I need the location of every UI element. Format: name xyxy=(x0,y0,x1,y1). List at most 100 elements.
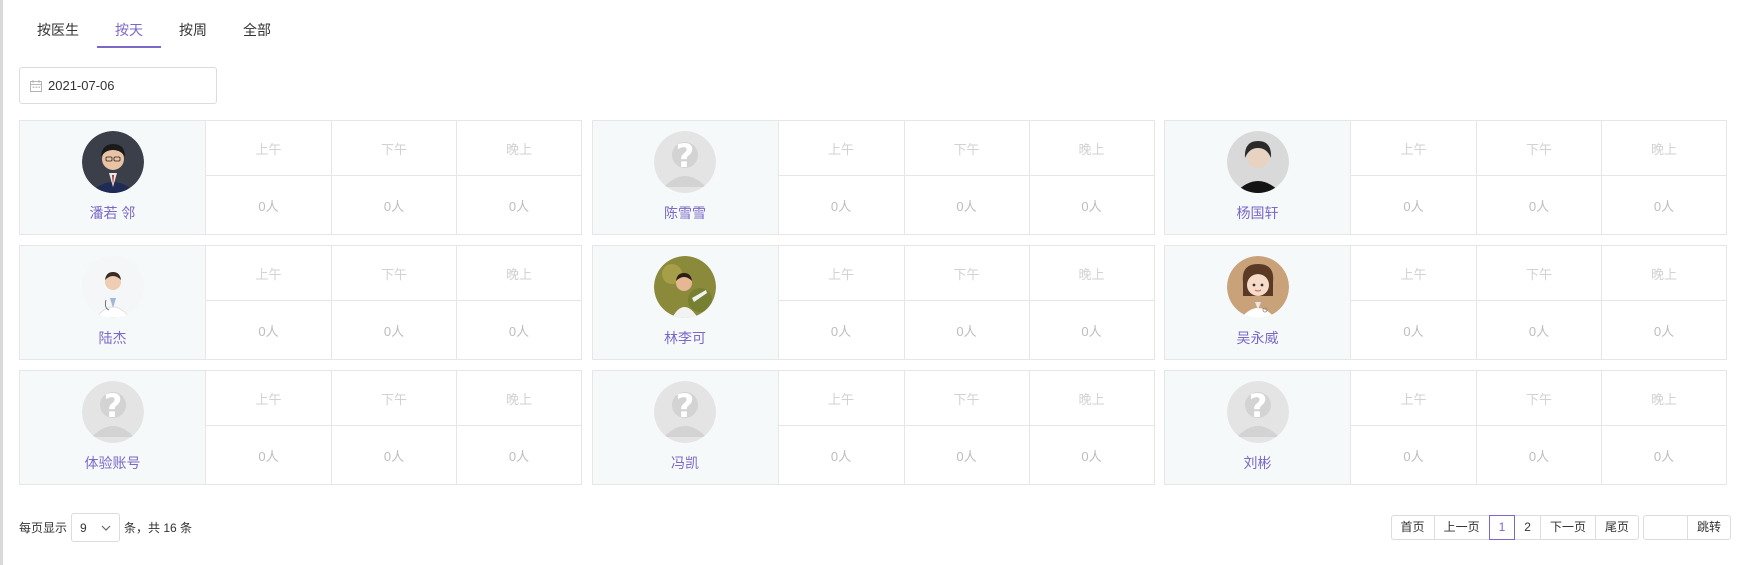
doctor-name: 陆杰 xyxy=(98,330,127,346)
slot-count-morning[interactable]: 0人 xyxy=(1351,426,1476,484)
slot-count-afternoon[interactable]: 0人 xyxy=(331,426,456,484)
doctor-card: ? 体验账号 上午 下午 晚上 0人 0人 0人 xyxy=(19,370,582,485)
doctor-card: 吴永威 上午 下午 晚上 0人 0人 0人 xyxy=(1164,245,1727,360)
slot-header-afternoon: 下午 xyxy=(331,371,456,426)
slot-header-afternoon: 下午 xyxy=(903,371,1029,426)
next-page-button[interactable]: 下一页 xyxy=(1539,515,1596,540)
schedule-slots: 上午 下午 晚上 0人 0人 0人 xyxy=(1351,246,1726,359)
avatar-placeholder-icon: ? xyxy=(81,381,144,443)
doctor-info[interactable]: 陆杰 xyxy=(20,246,206,359)
slot-count-morning[interactable]: 0人 xyxy=(206,426,331,484)
slot-header-evening: 晚上 xyxy=(1028,246,1154,301)
doctor-info[interactable]: 林李可 xyxy=(592,246,779,359)
slot-header-morning: 上午 xyxy=(206,246,331,301)
jump-page-input[interactable] xyxy=(1642,515,1688,540)
slot-header-morning: 上午 xyxy=(778,246,904,301)
slot-header-evening: 晚上 xyxy=(456,246,581,301)
doctor-info[interactable]: ? 刘彬 xyxy=(1165,371,1351,484)
slot-header-morning: 上午 xyxy=(778,371,904,426)
svg-text:?: ? xyxy=(1248,387,1267,425)
slot-header-morning: 上午 xyxy=(1351,371,1476,426)
slot-count-evening[interactable]: 0人 xyxy=(1028,426,1154,484)
left-border xyxy=(0,0,3,565)
avatar-placeholder-icon: ? xyxy=(654,381,716,443)
slot-count-evening[interactable]: 0人 xyxy=(1601,176,1726,234)
last-page-button[interactable]: 尾页 xyxy=(1594,515,1639,540)
slot-count-evening[interactable]: 0人 xyxy=(1601,301,1726,359)
slot-count-morning[interactable]: 0人 xyxy=(206,176,331,234)
schedule-slots: 上午 下午 晚上 0人 0人 0人 xyxy=(206,246,581,359)
page-size-control: 每页显示 9 条，共 16 条 xyxy=(19,513,192,542)
slot-count-morning[interactable]: 0人 xyxy=(779,176,904,234)
schedule-slots: 上午 下午 晚上 0人 0人 0人 xyxy=(206,371,581,484)
slot-header-afternoon: 下午 xyxy=(903,121,1029,176)
tab-all[interactable]: 全部 xyxy=(225,0,289,48)
per-page-label: 每页显示 xyxy=(19,521,68,535)
doctor-info[interactable]: ? 陈雪雪 xyxy=(592,121,779,234)
doctor-info[interactable]: 杨国轩 xyxy=(1165,121,1351,234)
avatar xyxy=(81,131,144,193)
slot-count-morning[interactable]: 0人 xyxy=(1351,301,1476,359)
slot-count-afternoon[interactable]: 0人 xyxy=(903,426,1029,484)
tab-by-week[interactable]: 按周 xyxy=(161,0,225,48)
slot-count-morning[interactable]: 0人 xyxy=(779,426,904,484)
slot-count-morning[interactable]: 0人 xyxy=(779,301,904,359)
first-page-button[interactable]: 首页 xyxy=(1390,515,1435,540)
calendar-icon xyxy=(30,79,42,92)
slot-count-morning[interactable]: 0人 xyxy=(1351,176,1476,234)
doctor-card: 潘若 邻 上午 下午 晚上 0人 0人 0人 xyxy=(19,120,582,235)
slot-count-evening[interactable]: 0人 xyxy=(1028,301,1154,359)
avatar xyxy=(654,256,716,318)
avatar xyxy=(81,256,144,318)
tab-by-doctor[interactable]: 按医生 xyxy=(19,0,97,48)
doctor-card: 陆杰 上午 下午 晚上 0人 0人 0人 xyxy=(19,245,582,360)
schedule-slots: 上午 下午 晚上 0人 0人 0人 xyxy=(1351,121,1726,234)
slot-count-afternoon[interactable]: 0人 xyxy=(1476,176,1601,234)
slot-count-evening[interactable]: 0人 xyxy=(1601,426,1726,484)
slot-count-afternoon[interactable]: 0人 xyxy=(1476,301,1601,359)
date-value: 2021-07-06 xyxy=(48,78,115,93)
slot-header-afternoon: 下午 xyxy=(331,246,456,301)
total-count-text: 条，共 16 条 xyxy=(124,521,193,535)
slot-count-afternoon[interactable]: 0人 xyxy=(903,176,1029,234)
per-page-select[interactable]: 9 xyxy=(71,513,121,542)
doctor-info[interactable]: 潘若 邻 xyxy=(20,121,206,234)
doctor-name: 刘彬 xyxy=(1243,455,1272,471)
slot-count-afternoon[interactable]: 0人 xyxy=(331,176,456,234)
slot-count-afternoon[interactable]: 0人 xyxy=(903,301,1029,359)
svg-text:?: ? xyxy=(676,137,695,175)
page-1-button[interactable]: 1 xyxy=(1488,515,1516,540)
slot-count-evening[interactable]: 0人 xyxy=(1028,176,1154,234)
slot-header-evening: 晚上 xyxy=(1601,371,1726,426)
slot-header-afternoon: 下午 xyxy=(1476,121,1601,176)
doctor-schedule-grid: 潘若 邻上午 下午 晚上 0人 0人 0人? 陈雪雪 上午 下午 晚上 0人 0人 0人 杨国轩 上午 下午晚… xyxy=(19,120,1727,485)
per-page-value: 9 xyxy=(80,520,87,535)
avatar xyxy=(1226,131,1289,193)
schedule-slots: 上午 下午 晚上 0人 0人 0人 xyxy=(1351,371,1726,484)
schedule-slots: 上午 下午 晚上 0人 0人 0人 xyxy=(206,121,581,234)
doctor-card: ? 刘彬 上午 下午 晚上 0人 0人 0人 xyxy=(1164,370,1727,485)
slot-header-evening: 晚上 xyxy=(456,371,581,426)
page-2-button[interactable]: 2 xyxy=(1514,515,1541,540)
jump-button[interactable]: 跳转 xyxy=(1687,515,1731,540)
slot-count-morning[interactable]: 0人 xyxy=(206,301,331,359)
slot-count-afternoon[interactable]: 0人 xyxy=(331,301,456,359)
slot-count-afternoon[interactable]: 0人 xyxy=(1476,426,1601,484)
avatar-placeholder-icon: ? xyxy=(1226,381,1289,443)
schedule-slots: 上午 下午 晚上 0人 0人 0人 xyxy=(778,371,1154,484)
tab-by-day[interactable]: 按天 xyxy=(97,0,161,48)
doctor-info[interactable]: 吴永威 xyxy=(1165,246,1351,359)
date-picker[interactable]: 2021-07-06 xyxy=(19,67,217,104)
chevron-down-icon xyxy=(101,525,111,531)
doctor-name: 潘若 邻 xyxy=(89,205,136,221)
doctor-card: ? 冯凯 上午 下午 晚上 0人 0人 0人 xyxy=(591,370,1155,485)
slot-header-afternoon: 下午 xyxy=(331,121,456,176)
slot-header-evening: 晚上 xyxy=(1028,371,1154,426)
doctor-info[interactable]: ? 体验账号 xyxy=(20,371,206,484)
pagination: 首页 上一页 1 2 下一页 尾页 跳转 xyxy=(1390,515,1731,540)
doctor-info[interactable]: ? 冯凯 xyxy=(592,371,779,484)
slot-count-evening[interactable]: 0人 xyxy=(456,426,581,484)
prev-page-button[interactable]: 上一页 xyxy=(1433,515,1490,540)
slot-count-evening[interactable]: 0人 xyxy=(456,301,581,359)
slot-count-evening[interactable]: 0人 xyxy=(456,176,581,234)
